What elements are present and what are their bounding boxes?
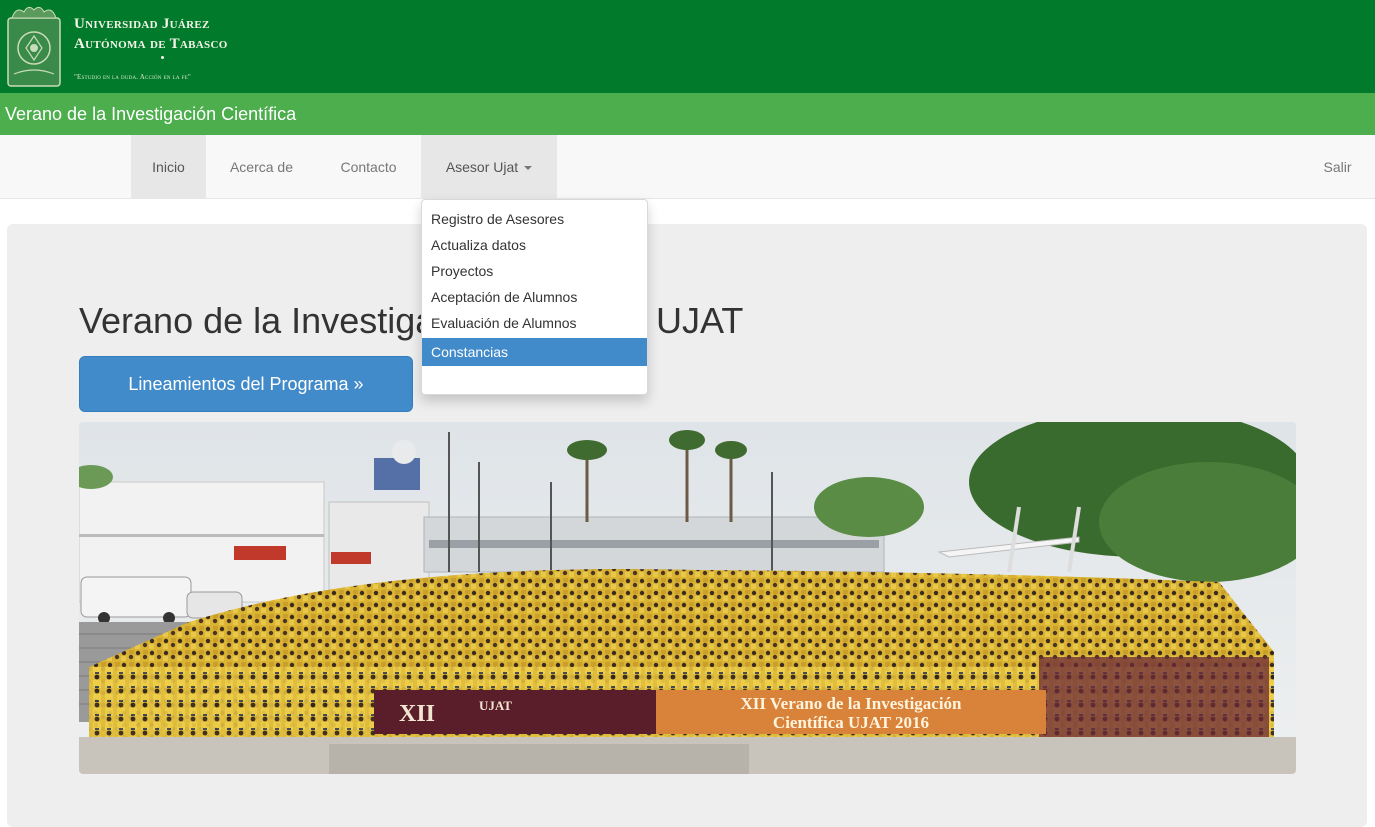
banner-numeral: XII xyxy=(399,701,435,727)
nav-salir[interactable]: Salir xyxy=(1300,135,1375,199)
jumbotron-title-end: UJAT xyxy=(656,300,744,341)
nav-asesor-ujat-label: Asesor Ujat xyxy=(445,159,519,175)
university-seal-logo xyxy=(7,6,61,87)
main-navbar: Inicio Acerca de Contacto Asesor Ujat Sa… xyxy=(0,135,1375,199)
university-name-line2: Autónoma de Tabasco xyxy=(74,36,228,52)
menu-item-constancias[interactable]: Constancias xyxy=(422,338,647,366)
group-photo: XII UJAT XII Verano de la Investigación … xyxy=(79,422,1296,774)
banner-brand: UJAT xyxy=(479,698,512,713)
site-subtitle: Verano de la Investigación Científica xyxy=(5,104,297,124)
caret-down-icon xyxy=(524,166,533,171)
site-header: Universidad Juárez Autónoma de Tabasco "… xyxy=(0,0,1375,93)
menu-item-aceptacion-alumnos[interactable]: Aceptación de Alumnos xyxy=(422,284,647,310)
nav-inicio[interactable]: Inicio xyxy=(131,135,206,199)
menu-item-registro-asesores[interactable]: Registro de Asesores xyxy=(422,206,647,232)
university-name: Universidad Juárez Autónoma de Tabasco xyxy=(74,14,228,54)
nav-contacto[interactable]: Contacto xyxy=(317,135,420,199)
nav-asesor-ujat-dropdown[interactable]: Asesor Ujat xyxy=(421,135,557,199)
asesor-dropdown-menu: Registro de Asesores Actualiza datos Pro… xyxy=(421,199,648,395)
program-guidelines-button[interactable]: Lineamientos del Programa » xyxy=(79,356,413,412)
nav-acerca-de[interactable]: Acerca de xyxy=(206,135,317,199)
group-photo-image: XII UJAT XII Verano de la Investigación … xyxy=(79,422,1296,774)
university-motto: "Estudio en la duda. Acción en la fe" xyxy=(74,73,191,81)
menu-item-proyectos[interactable]: Proyectos xyxy=(422,258,647,284)
motto-divider xyxy=(161,56,164,59)
banner-line2: Científica UJAT 2016 xyxy=(773,713,929,732)
menu-item-evaluacion-alumnos[interactable]: Evaluación de Alumnos xyxy=(422,310,647,336)
menu-item-actualiza-datos[interactable]: Actualiza datos xyxy=(422,232,647,258)
jumbotron-title: Verano de la Investiga xyxy=(79,300,436,341)
subtitle-bar: Verano de la Investigación Científica xyxy=(0,93,1375,135)
banner-line1: XII Verano de la Investigación xyxy=(740,694,962,713)
university-name-line1: Universidad Juárez xyxy=(74,16,210,32)
